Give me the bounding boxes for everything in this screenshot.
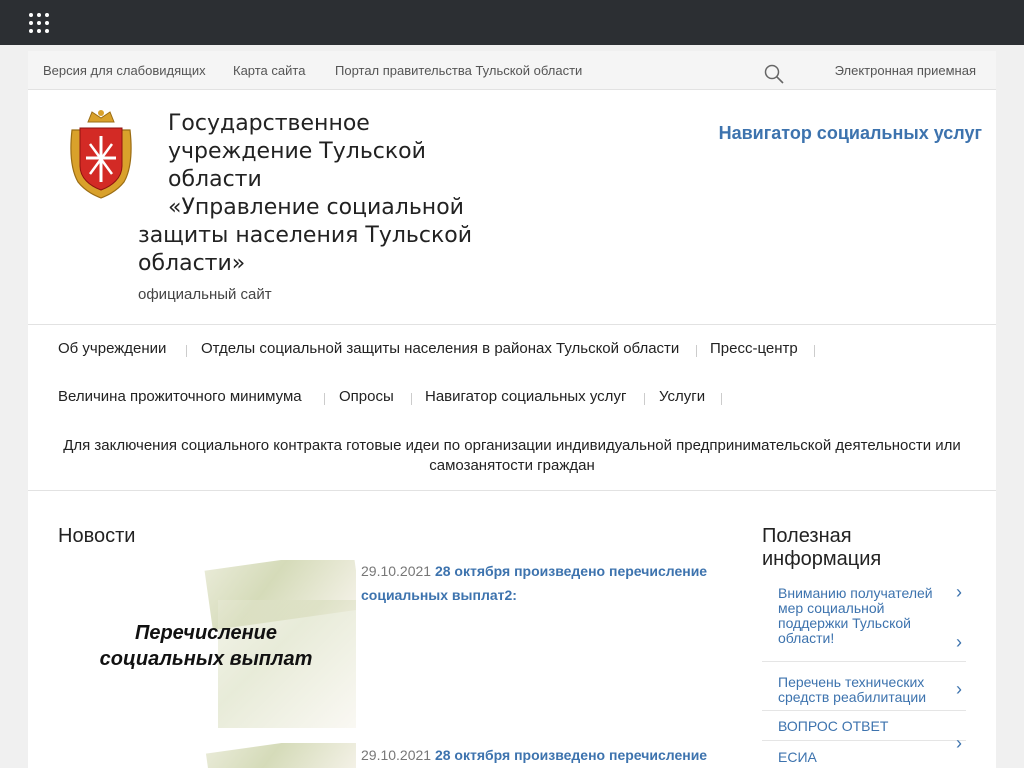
useful-info-item[interactable]: Перечень технических средств реабилитаци… (762, 665, 966, 711)
useful-info-link[interactable]: Вниманию получателей мер социальной подд… (778, 586, 938, 646)
useful-info-item[interactable]: ВОПРОС ОТВЕТ (762, 711, 966, 741)
chevron-right-icon: › (956, 632, 962, 652)
title-line: «Управление социальной (168, 195, 464, 220)
menu-item-about[interactable]: Об учреждении (58, 340, 166, 357)
coat-of-arms-icon[interactable] (68, 108, 134, 200)
menu-separator (324, 393, 325, 405)
menu-separator (814, 345, 815, 357)
chevron-right-icon: › (956, 733, 962, 753)
menu-item-navigator[interactable]: Навигатор социальных услуг (425, 388, 626, 405)
menu-item-departments[interactable]: Отделы социальной защиты населения в рай… (201, 340, 679, 357)
low-vision-link[interactable]: Версия для слабовидящих (43, 63, 206, 78)
title-line: защиты населения Тульской (138, 223, 473, 248)
useful-info-item[interactable]: Вниманию получателей мер социальной подд… (762, 582, 966, 662)
page-container: Версия для слабовидящих Карта сайта Порт… (28, 51, 996, 768)
news-date: 29.10.2021 (361, 563, 432, 579)
site-subtitle: официальный сайт (138, 286, 272, 303)
news-thumbnail[interactable]: Перечисление социальных выплат (58, 560, 356, 728)
government-portal-link[interactable]: Портал правительства Тульской области (335, 63, 582, 78)
utility-bar: Версия для слабовидящих Карта сайта Порт… (28, 51, 996, 90)
menu-separator (721, 393, 722, 405)
news-heading: Новости (58, 525, 136, 547)
useful-info-link[interactable]: Перечень технических средств реабилитаци… (778, 675, 938, 705)
news-item: 29.10.2021 28 октября произведено перечи… (361, 559, 721, 607)
title-line: области» (138, 251, 246, 276)
title-line: области (168, 167, 262, 192)
site-header: Государственное учреждение Тульской обла… (28, 90, 996, 325)
e-reception-link[interactable]: Электронная приемная (835, 63, 976, 78)
document-graphic (205, 743, 356, 768)
news-thumbnail[interactable] (58, 743, 356, 768)
chevron-right-icon: › (956, 582, 962, 602)
apps-grid-icon[interactable] (29, 13, 49, 33)
useful-info-link[interactable]: ЕСИА (778, 750, 938, 765)
main-menu: Об учреждении Отделы социальной защиты н… (28, 326, 996, 491)
menu-item-subsistence-minimum[interactable]: Величина прожиточного минимума (58, 388, 302, 405)
title-line: учреждение Тульской (168, 139, 426, 164)
useful-info-link[interactable]: ВОПРОС ОТВЕТ (778, 719, 938, 734)
menu-separator (411, 393, 412, 405)
menu-item-social-contract[interactable]: Для заключения социального контракта гот… (58, 436, 966, 476)
menu-item-services[interactable]: Услуги (659, 388, 705, 405)
top-bar (0, 0, 1024, 45)
news-item: 29.10.2021 28 октября произведено перечи… (361, 743, 721, 767)
menu-separator (186, 345, 187, 357)
search-icon[interactable] (764, 64, 784, 84)
organization-title: Государственное учреждение Тульской обла… (138, 110, 518, 278)
sitemap-link[interactable]: Карта сайта (233, 63, 305, 78)
news-title-link[interactable]: 28 октября произведено перечисление (435, 747, 707, 763)
navigator-link[interactable]: Навигатор социальных услуг (719, 123, 982, 144)
chevron-right-icon: › (956, 679, 962, 699)
title-line: Государственное (168, 111, 370, 136)
news-thumbnail-caption: Перечисление социальных выплат (99, 622, 313, 670)
useful-info-heading: Полезная информация (762, 525, 882, 570)
menu-separator (696, 345, 697, 357)
useful-info-item[interactable]: ЕСИА › (762, 733, 966, 768)
menu-separator (644, 393, 645, 405)
menu-item-polls[interactable]: Опросы (339, 388, 394, 405)
news-date: 29.10.2021 (361, 747, 432, 763)
menu-item-press-center[interactable]: Пресс-центр (710, 340, 798, 357)
